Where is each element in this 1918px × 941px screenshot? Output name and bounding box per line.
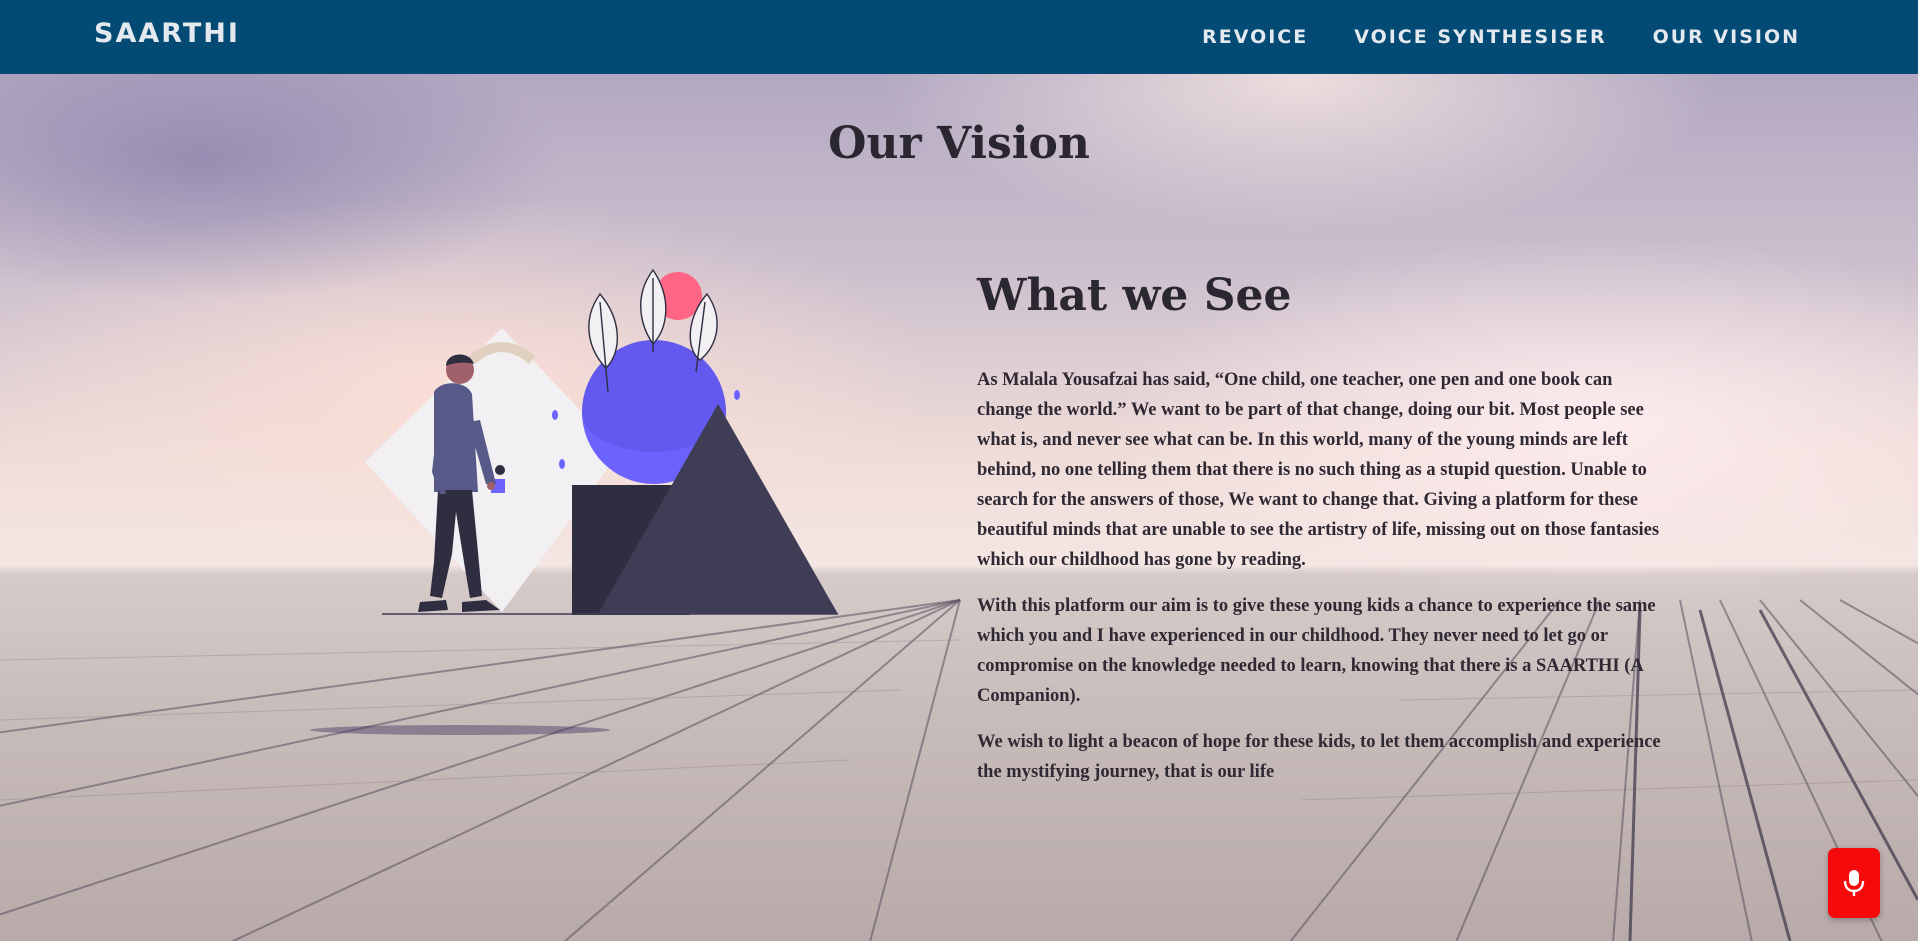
nav-link-revoice[interactable]: REVOICE — [1202, 26, 1308, 48]
brand-logo[interactable]: SAARTHI — [94, 18, 240, 49]
vision-paragraph-2: With this platform our aim is to give th… — [977, 596, 1656, 706]
nav-link-our-vision[interactable]: OUR VISION — [1653, 26, 1800, 48]
vision-paragraph-3: We wish to light a beacon of hope for th… — [977, 732, 1661, 782]
vision-illustration — [365, 268, 838, 615]
voice-input-button[interactable] — [1828, 848, 1880, 918]
nav-links: REVOICE VOICE SYNTHESISER OUR VISION — [1202, 26, 1800, 48]
nav-link-voice-synthesiser[interactable]: VOICE SYNTHESISER — [1354, 26, 1606, 48]
section-heading: What we See — [977, 270, 1292, 321]
what-we-see-section: What we See As Malala Yousafzai has said… — [977, 270, 1667, 803]
page-title: Our Vision — [828, 118, 1090, 169]
vision-paragraph-1: As Malala Yousafzai has said, “One child… — [977, 370, 1660, 570]
top-navbar: SAARTHI REVOICE VOICE SYNTHESISER OUR VI… — [0, 0, 1918, 74]
microphone-icon — [1843, 870, 1865, 896]
